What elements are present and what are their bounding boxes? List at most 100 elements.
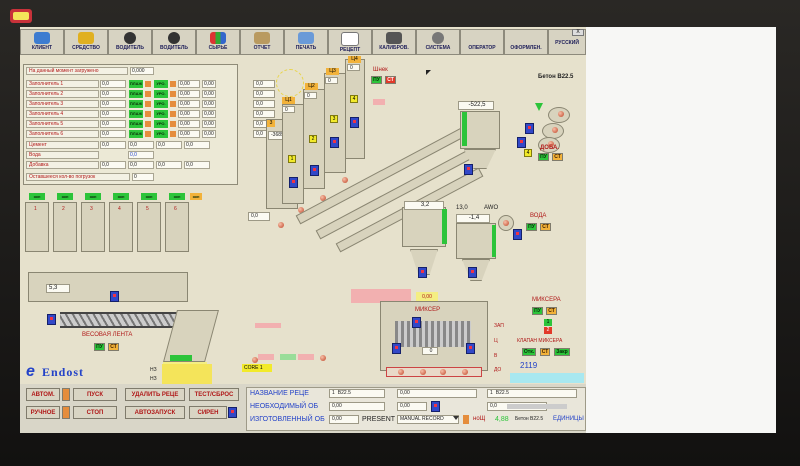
record-mode-select[interactable]: MANUAL RECORD	[397, 415, 459, 424]
water-pu-button[interactable]: ПУ	[526, 223, 537, 231]
additive-level	[462, 112, 467, 146]
silo-4[interactable]: 4	[109, 202, 133, 252]
alarm-indicator	[255, 323, 281, 328]
belt-st-button[interactable]: СТ	[108, 343, 119, 351]
truck-icon	[78, 32, 94, 44]
core-indicator: CORE 1	[242, 364, 272, 372]
delete-recipe-button[interactable]: УДАЛИТЬ РЕЦЕ	[125, 388, 185, 401]
cement-level-1: 1	[288, 155, 296, 163]
toolbar-calibration-button[interactable]: КАЛИБРОВ.	[372, 29, 416, 55]
cement-valve-4[interactable]	[350, 117, 359, 128]
belt-motor-button[interactable]	[47, 314, 56, 325]
chevron-down-icon[interactable]	[453, 416, 459, 420]
silo-2[interactable]: 2	[53, 202, 77, 252]
toolbar-report-button[interactable]: ОТЧЕТ	[240, 29, 284, 55]
cement-valve-1[interactable]	[289, 177, 298, 188]
mixer-st-button[interactable]: СТ	[546, 307, 557, 315]
auto-mode-indicator	[62, 388, 70, 401]
manual-mode-button[interactable]: РУЧНОЕ	[26, 406, 60, 419]
cement-silo-2[interactable]	[282, 104, 304, 204]
cement-weigher-valve[interactable]	[418, 267, 427, 278]
screw-st-button[interactable]: СТ	[385, 76, 396, 84]
aggregate-row: Заполнитель 4 0,0 ПЛАЖ УРО. 0,00 0,00	[26, 110, 236, 118]
valve-open-button[interactable]: Отк.	[522, 348, 536, 356]
valve-close-button[interactable]: Закр	[554, 348, 570, 356]
logo-e-mark: e	[26, 363, 35, 380]
client-icon	[34, 32, 50, 44]
fan-icon	[276, 69, 304, 97]
auto-mode-button[interactable]: АВТОМ.	[26, 388, 60, 401]
additive-pump-button[interactable]	[525, 123, 534, 134]
water-st-button[interactable]: СТ	[540, 223, 551, 231]
toolbar-print-button[interactable]: ПЕЧАТЬ	[284, 29, 328, 55]
required-volume-icon[interactable]	[431, 401, 440, 412]
aggregate-row: Заполнитель 2 0,0 ПЛАЖ УРО. 0,00 0,00	[26, 90, 236, 98]
toolbar-recipe-button[interactable]: РЕЦЕПТ	[328, 29, 372, 55]
toolbar-vehicle-button[interactable]: СРЕДСТВО	[64, 29, 108, 55]
print-icon	[298, 32, 314, 44]
toolbar-operator-button[interactable]: ОПЕРАТОР	[460, 29, 504, 55]
additive-flow-icon	[535, 103, 543, 111]
belt-pu-button[interactable]: ПУ	[94, 343, 105, 351]
cement-weigher-value: 3,2	[404, 201, 444, 210]
silo-1[interactable]: 1	[25, 202, 49, 252]
required-volume-field[interactable]: 0,00	[329, 402, 385, 411]
cement-weigher[interactable]	[402, 207, 446, 247]
materials-icon	[210, 32, 226, 44]
silo-3[interactable]: 3	[81, 202, 105, 252]
status-indicator	[252, 357, 258, 363]
toolbar-client-button[interactable]: КЛИЕНТ	[20, 29, 64, 55]
cement-level-2: 2	[309, 135, 317, 143]
stop-button[interactable]: СТОП	[73, 406, 117, 419]
water-valve[interactable]	[468, 267, 477, 278]
additive-pump-button[interactable]	[517, 137, 526, 148]
mixer-inlet-valve[interactable]	[412, 317, 421, 328]
toolbar-design-button[interactable]: ОФОРМЛЕН.	[504, 29, 548, 55]
mixer-motor-right[interactable]	[466, 343, 475, 354]
valve-st-button[interactable]: СТ	[540, 348, 550, 356]
screw-pu-button[interactable]: ПУ	[371, 76, 382, 84]
mixer-motor-left[interactable]	[392, 343, 401, 354]
cement-silo-5[interactable]	[345, 59, 365, 159]
hopper-weight-value: 5,3	[46, 284, 70, 293]
recipe-icon	[341, 32, 359, 46]
water-tank[interactable]	[456, 223, 496, 259]
close-icon[interactable]: X	[572, 29, 584, 36]
cement-row: Цемент 0,0 0,0 0,0 0,0	[26, 141, 236, 149]
toolbar-driver-button[interactable]: ВОДИТЕЛЬ	[108, 29, 152, 55]
hopper-valve-button[interactable]	[110, 291, 119, 302]
toolbar-system-button[interactable]: СИСТЕМА	[416, 29, 460, 55]
mixer-pu-button[interactable]: ПУ	[532, 307, 543, 315]
cement-valve-3[interactable]	[330, 137, 339, 148]
cement-valve-2[interactable]	[310, 165, 319, 176]
bottom-control-bar: АВТОМ. ПУСК УДАЛИТЬ РЕЦЕ ТЕСТ/СБРОС РУЧН…	[20, 384, 586, 433]
pump-indicator	[552, 127, 558, 133]
water-scale-value: -1,4	[456, 214, 490, 223]
status-square	[170, 131, 176, 137]
water-pump-button[interactable]	[513, 229, 522, 240]
siren-icon[interactable]	[228, 407, 237, 418]
recipe-name-field[interactable]: 1 B22.5	[329, 389, 385, 398]
start-button[interactable]: ПУСК	[73, 388, 117, 401]
record-indicator	[463, 415, 469, 424]
desktop-app-icon[interactable]	[10, 9, 32, 23]
silo-5[interactable]: 5	[137, 202, 161, 252]
test-reset-button[interactable]: ТЕСТ/СБРОС	[189, 388, 239, 401]
cement-silo-4[interactable]	[324, 73, 346, 173]
calibration-icon	[386, 32, 402, 44]
aggregate-weight-value: 0,0	[253, 110, 275, 118]
mixer-indicator	[420, 369, 426, 375]
siren-button[interactable]: СИРЕН	[189, 406, 227, 419]
silo-6[interactable]: 6	[165, 202, 189, 252]
additive-valve[interactable]	[464, 164, 473, 175]
mouse-cursor-icon	[426, 70, 431, 75]
mixer-blades	[395, 321, 471, 347]
status-square	[145, 131, 151, 137]
autostart-button[interactable]: АВТОЗАПУСК	[125, 406, 185, 419]
chute-level-bar	[170, 355, 192, 361]
status-square	[145, 101, 151, 107]
additive-pu-button[interactable]: ПУ	[538, 153, 549, 161]
toolbar-materials-button[interactable]: СЫРЬЕ	[196, 29, 240, 55]
additive-st-button[interactable]: СТ	[552, 153, 563, 161]
toolbar-driver2-button[interactable]: ВОДИТЕЛЬ	[152, 29, 196, 55]
